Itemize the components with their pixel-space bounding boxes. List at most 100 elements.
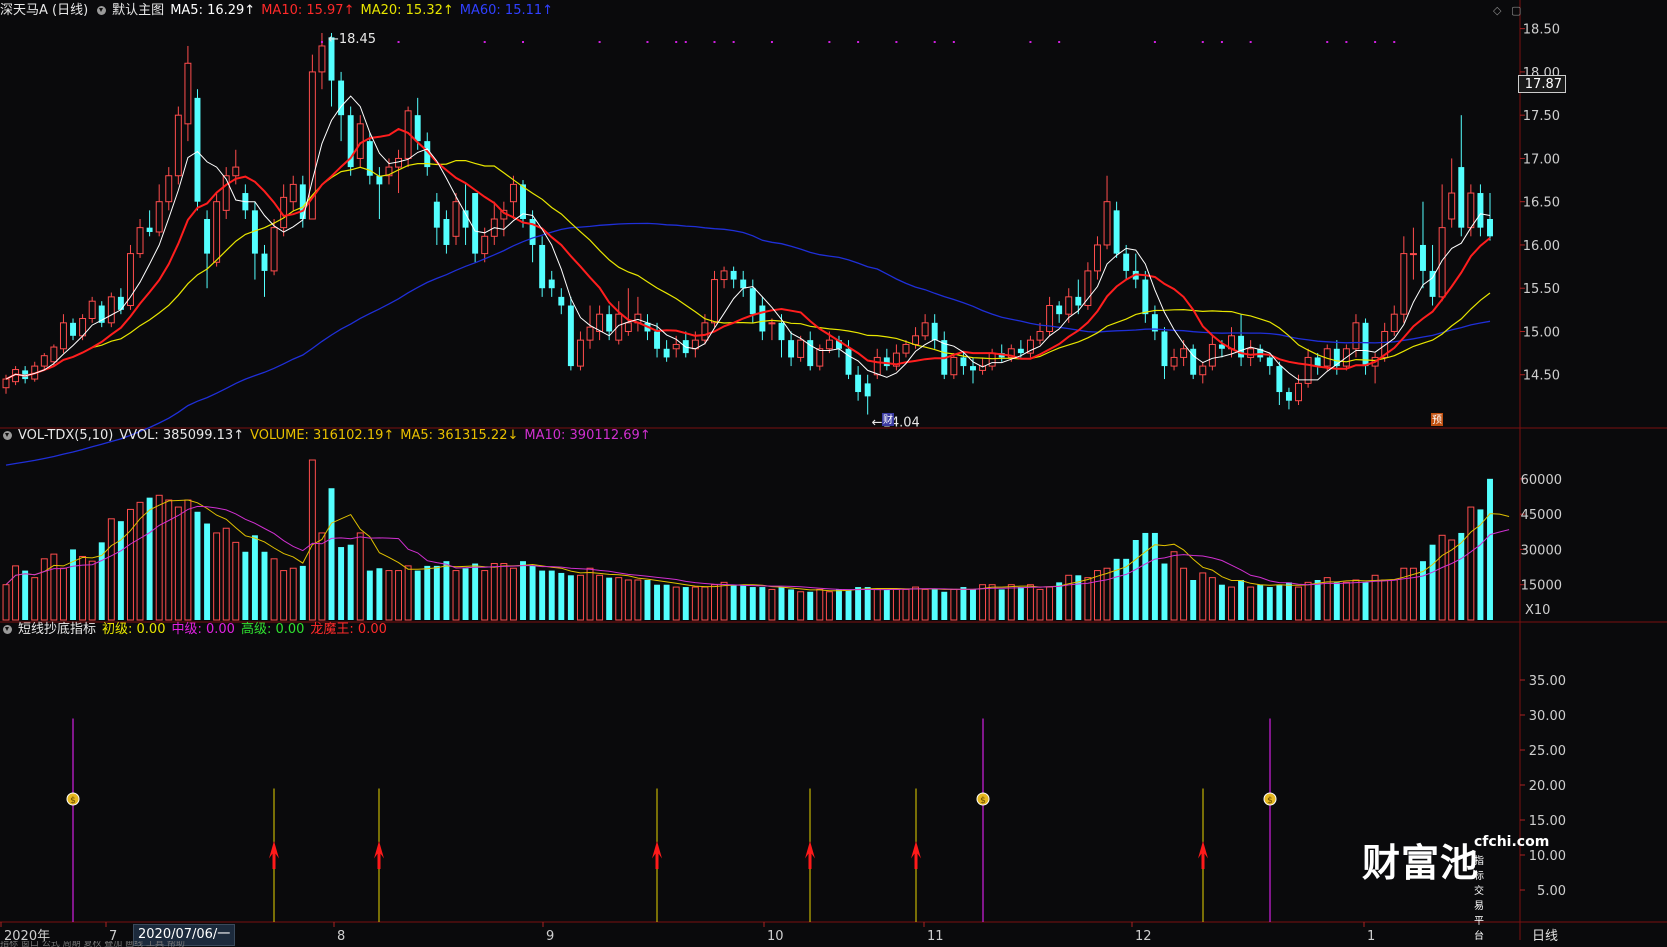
volume-bar-down: [433, 565, 440, 620]
volume-bar-down: [462, 568, 469, 620]
candle-up: [672, 343, 680, 350]
volume-bar-down: [539, 570, 546, 620]
volume-bar-down: [567, 575, 574, 620]
signal-dot: [1249, 41, 1252, 43]
candle-down: [558, 296, 565, 306]
volume-bar-up: [500, 563, 508, 621]
volume-bar-up: [1007, 584, 1015, 621]
signal-dot: [1201, 41, 1204, 43]
volume-bar-up: [155, 494, 163, 621]
volume-bar-up: [184, 499, 192, 621]
volume-bar-up: [79, 555, 87, 621]
indicator-tick-label: 5.00: [1537, 884, 1566, 899]
candle-up: [1170, 356, 1178, 367]
candle-up: [1180, 348, 1188, 358]
volume-bar-down: [998, 589, 1005, 620]
signal-dot: [1393, 41, 1396, 43]
candle-up: [155, 201, 163, 233]
maximize-icon[interactable]: ▢: [1511, 4, 1521, 17]
volume-bar-down: [328, 488, 335, 620]
candle-down: [855, 374, 862, 393]
volume-bar-up: [1046, 586, 1054, 621]
volume-bar-up: [2, 584, 10, 621]
volume-bar-up: [1065, 574, 1073, 621]
candle-up: [222, 175, 230, 211]
dropdown-icon[interactable]: [3, 625, 12, 634]
volume-bar-down: [558, 572, 565, 620]
candle-down: [1458, 167, 1465, 228]
volume-bar-up: [1448, 539, 1456, 621]
candle-down: [759, 305, 766, 332]
volume-bar-down: [1333, 582, 1340, 620]
stock-name[interactable]: 深天马A (日线): [0, 3, 88, 18]
volume-bar-up: [1180, 567, 1188, 621]
price-tick-label: 15.50: [1523, 282, 1560, 297]
volume-bar-up: [1371, 574, 1379, 621]
volume-bar-down: [1218, 584, 1225, 620]
main-chart-header: 深天马A (日线) 默认主图 MA5: 16.29↑ MA10: 15.97↑ MA20…: [0, 1, 559, 21]
red-up-arrow-icon: [374, 841, 384, 869]
volume-bar-down: [1362, 582, 1369, 620]
volume-bar-up: [88, 560, 96, 621]
signal-dot: [1345, 41, 1348, 43]
candle-down: [194, 97, 201, 202]
candle-up: [576, 339, 584, 367]
candle-up: [1103, 201, 1111, 246]
candle-down: [1487, 219, 1493, 237]
candle-up: [40, 355, 48, 367]
candle-down: [299, 184, 306, 219]
indicator-name[interactable]: 短线抄底指标: [18, 622, 96, 637]
candle-up: [1046, 305, 1054, 332]
candle-up: [318, 45, 326, 73]
bottom-menu-bar[interactable]: 指标 窗口 公式 周期 复权 叠加 画线 工具 帮助: [0, 941, 1667, 947]
volume-tick-label: 30000: [1521, 543, 1562, 558]
price-tick-label: 16.00: [1523, 239, 1560, 254]
candle-up: [711, 279, 718, 324]
volume-bar-up: [576, 574, 584, 621]
candle-up: [1093, 244, 1101, 272]
candle-up: [1352, 322, 1360, 350]
template-name[interactable]: 默认主图: [112, 3, 164, 18]
volume-bar-down: [730, 584, 737, 620]
candle-down: [567, 305, 574, 367]
chart-canvas[interactable]: 18.5018.0017.5017.0016.5016.0015.5015.00…: [0, 0, 1667, 947]
candle-up: [174, 114, 182, 177]
signal-dot: [675, 41, 678, 43]
event-tag-yu-text: 预: [1432, 414, 1442, 426]
volume-bar-down: [414, 570, 421, 620]
ma10-value: MA10: 15.97↑: [261, 3, 355, 18]
red-up-arrow-icon: [805, 841, 815, 869]
candle-up: [902, 343, 910, 354]
volume-bar-down: [682, 587, 689, 620]
diamond-icon[interactable]: ◇: [1493, 4, 1501, 17]
volume-bar-down: [960, 587, 967, 620]
candle-down: [740, 279, 747, 289]
candle-down: [146, 227, 153, 232]
volume-bar-up: [1438, 534, 1446, 621]
candle-up: [509, 183, 517, 203]
signal-dot: [952, 41, 955, 43]
ma5-value: MA5: 16.29↑: [170, 3, 256, 18]
signal-dot: [857, 41, 860, 43]
candle-down: [433, 201, 440, 228]
dropdown-icon[interactable]: [3, 431, 12, 440]
volume-bar-up: [691, 586, 699, 621]
volume-bar-down: [1276, 584, 1283, 620]
volume-bar-up: [126, 508, 134, 621]
volume-bar-up: [1409, 567, 1417, 621]
volume-bar-up: [701, 586, 709, 621]
red-up-arrow-icon: [1198, 841, 1208, 869]
candle-down: [539, 244, 546, 289]
signal-dot: [684, 41, 687, 43]
volume-bar-up: [165, 499, 173, 621]
volume-bar-down: [1017, 587, 1024, 620]
indicator-tick-label: 25.00: [1529, 744, 1566, 759]
candle-down: [376, 175, 383, 185]
candle-up: [596, 313, 604, 332]
volume-bar-up: [1400, 567, 1408, 621]
volume-bar-up: [892, 588, 900, 621]
signal-dot: [895, 41, 898, 43]
dropdown-icon[interactable]: [97, 6, 107, 15]
candle-up: [825, 339, 833, 350]
vol-indicator-name[interactable]: VOL-TDX(5,10): [18, 428, 113, 443]
